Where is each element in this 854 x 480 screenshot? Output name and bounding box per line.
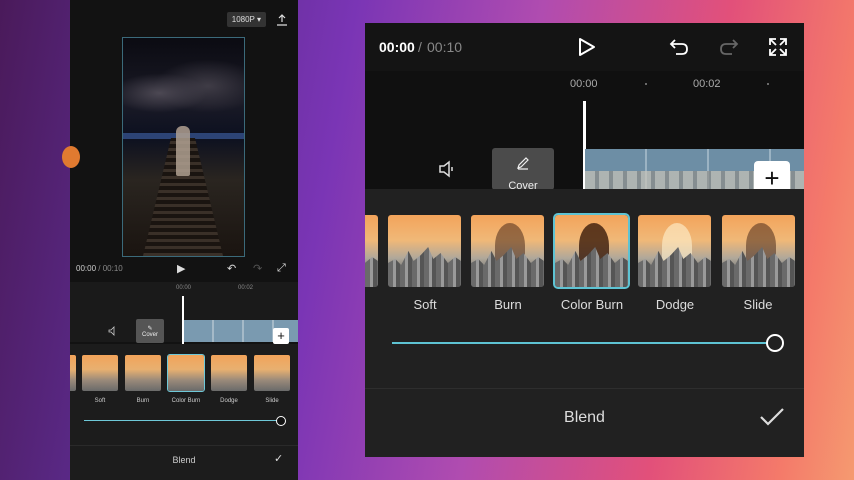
- export-row: 1080P ▾: [226, 12, 288, 27]
- edit-pencil-icon: [517, 157, 529, 170]
- time-current: 00:00: [379, 39, 415, 55]
- ruler-tick: [645, 83, 647, 85]
- thumb-city: [388, 247, 461, 287]
- blend-thumb-color-burn[interactable]: [553, 213, 630, 289]
- small-mute-icon[interactable]: [108, 326, 118, 336]
- small-blend-label: Slide: [265, 398, 279, 404]
- time-separator: /: [418, 39, 422, 55]
- small-opacity-slider[interactable]: [84, 420, 282, 421]
- small-cover-edit-icon: ✎: [147, 326, 153, 332]
- cover-button[interactable]: Cover: [492, 148, 554, 190]
- thumb-city: [555, 247, 628, 287]
- small-blend-thumbnails: [70, 354, 298, 393]
- resolution-label: 1080P: [231, 15, 255, 24]
- thumb-city: [638, 247, 711, 287]
- small-blend-label: Dodge: [220, 398, 238, 404]
- blend-thumb-partial[interactable]: [365, 215, 378, 287]
- export-icon[interactable]: [276, 13, 288, 26]
- orange-decoration: [62, 146, 80, 168]
- small-opacity-slider-knob[interactable]: [276, 416, 286, 426]
- opacity-slider-knob[interactable]: [766, 334, 784, 352]
- ruler-label-1: 00:02: [693, 78, 721, 90]
- small-panel-title: Blend: [172, 455, 196, 465]
- video-preview[interactable]: [122, 37, 245, 257]
- small-ruler-label: 00:02: [238, 285, 254, 291]
- small-add-clip-button[interactable]: +: [273, 328, 289, 344]
- ruler-tick: [767, 83, 769, 85]
- small-play-icon[interactable]: ▶: [177, 262, 185, 275]
- blend-label-slide: Slide: [743, 297, 773, 312]
- main-editor-panel: 00:00 / 00:10 00:00 00:02 Cover + Soft B…: [365, 23, 804, 457]
- small-blend-thumb-burn[interactable]: [125, 355, 161, 391]
- thumb-city: [722, 247, 795, 287]
- left-phone-panel: 1080P ▾ 00:00 / 00:10 ▶ ↶ ↷ ⤢ 00:00 00:0…: [70, 0, 298, 480]
- thumb-city: [471, 247, 544, 287]
- blend-thumb-dodge[interactable]: [638, 215, 711, 287]
- panel-divider: [365, 388, 804, 389]
- redo-icon[interactable]: [718, 36, 740, 58]
- small-undo-icon[interactable]: ↶: [227, 262, 236, 275]
- small-divider: [70, 445, 298, 446]
- small-blend-thumb-color-burn[interactable]: [167, 354, 205, 392]
- small-blend-thumb-partial[interactable]: [70, 355, 76, 391]
- ruler-label-0: 00:00: [570, 78, 598, 90]
- small-blend-label: Color Burn: [171, 398, 201, 404]
- preview-person: [176, 126, 190, 176]
- small-time-current: 00:00: [76, 264, 97, 273]
- small-blend-thumb-dodge[interactable]: [211, 355, 247, 391]
- blend-thumb-soft[interactable]: [388, 215, 461, 287]
- blend-thumb-burn[interactable]: [471, 215, 544, 287]
- small-redo-icon[interactable]: ↷: [253, 262, 262, 275]
- thumb-city: [365, 247, 378, 287]
- small-time-total: / 00:10: [98, 264, 123, 273]
- small-blend-thumb-soft[interactable]: [82, 355, 118, 391]
- blend-thumb-slide[interactable]: [722, 215, 795, 287]
- mute-audio-icon[interactable]: [438, 159, 458, 179]
- small-blend-thumb-slide[interactable]: [254, 355, 290, 391]
- resolution-button[interactable]: 1080P ▾: [226, 12, 266, 27]
- time-total: 00:10: [427, 39, 463, 55]
- small-confirm-icon[interactable]: ✓: [274, 452, 283, 465]
- confirm-check-icon[interactable]: [759, 406, 785, 428]
- small-blend-label: Burn: [136, 398, 150, 404]
- fullscreen-icon[interactable]: [767, 36, 789, 58]
- panel-title: Blend: [564, 409, 605, 426]
- blend-panel: Soft Burn Color Burn Dodge Slide Blend: [365, 189, 804, 457]
- small-cover-label: Cover: [141, 332, 158, 338]
- small-cover-button[interactable]: ✎ Cover: [136, 319, 164, 343]
- small-ruler-label: 00:00: [176, 285, 192, 291]
- opacity-slider[interactable]: [392, 342, 776, 344]
- small-fullscreen-icon[interactable]: ⤢: [277, 262, 286, 275]
- undo-icon[interactable]: [668, 36, 690, 58]
- play-icon[interactable]: [575, 36, 597, 58]
- preview-clouds: [123, 58, 244, 128]
- small-blend-label: Soft: [94, 398, 106, 404]
- small-time-display: 00:00 / 00:10: [76, 264, 123, 273]
- playback-bar: 00:00 / 00:10: [365, 23, 804, 71]
